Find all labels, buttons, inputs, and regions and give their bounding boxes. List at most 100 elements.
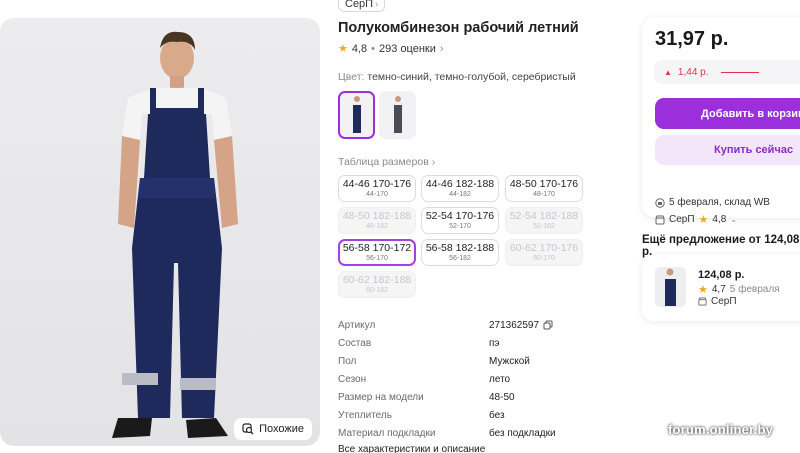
specs-table: Артикул 271362597 Состав пэ Пол Мужской … (338, 316, 598, 453)
size-option[interactable]: 52-54 170-176 52-170 (421, 207, 499, 234)
spec-label: Состав (338, 337, 372, 349)
offer-meta: ★ 4,7 5 февраля (698, 283, 780, 296)
chevron-right-icon: › (439, 42, 444, 55)
spec-value: без подкладки (489, 427, 556, 439)
size-option[interactable]: 48-50 182-188 48-182 (338, 207, 416, 234)
chevron-right-icon: › (431, 156, 436, 168)
offer-rating: 4,7 (711, 284, 726, 295)
brand-tag-label: СерП (345, 0, 374, 10)
size-option-sub: 60-182 (366, 287, 388, 294)
article-number: 271362597 (489, 319, 540, 331)
seller-rating: 4,8 (712, 214, 727, 225)
size-option[interactable]: 60-62 182-188 60-182 (338, 271, 416, 298)
offer-seller-name: СерП (711, 296, 737, 307)
size-option-main: 56-58 182-188 (425, 242, 495, 254)
size-table-link[interactable]: Таблица размеров › (338, 156, 435, 168)
size-option-sub: 56-182 (449, 255, 471, 262)
spec-label: Размер на модели (338, 391, 424, 403)
brand-tag[interactable]: СерП › (338, 0, 386, 12)
size-option-sub: 56-170 (366, 255, 388, 262)
delivery-text: 5 февраля, склад WB (669, 197, 770, 208)
size-option-sub: 52-182 (533, 223, 555, 230)
copy-icon[interactable] (543, 320, 553, 330)
rating-value: 4,8 (351, 42, 368, 55)
size-option-main: 44-46 170-176 (342, 178, 412, 190)
swatch-grey-thumbnail (392, 96, 403, 133)
buy-now-button[interactable]: Купить сейчас (655, 135, 800, 165)
spec-row: Пол Мужской (338, 352, 598, 370)
spec-value: 48-50 (489, 391, 515, 403)
size-option-main: 52-54 170-176 (425, 210, 495, 222)
color-label: Цвет: (338, 71, 365, 83)
similar-button[interactable]: Похожие (234, 418, 312, 440)
star-icon: ★ (698, 214, 709, 226)
size-option[interactable]: 60-62 170-176 60-170 (505, 239, 583, 266)
size-option-main: 60-62 170-176 (509, 242, 579, 254)
add-to-cart-button[interactable]: Добавить в корзину (655, 98, 800, 129)
color-swatch-navy[interactable] (338, 91, 375, 139)
spec-value: без (489, 409, 505, 421)
spec-row: Утеплитель без (338, 406, 598, 424)
delivery-info: 5 февраля, склад WB (655, 197, 770, 208)
color-value: темно-синий, темно-голубой, серебристый (367, 71, 576, 83)
star-icon: ★ (338, 43, 348, 55)
offer-thumbnail (655, 267, 686, 307)
size-option-main: 48-50 170-176 (509, 178, 579, 190)
worker-overalls-illustration (112, 31, 238, 438)
product-main-photo[interactable]: Похожие (0, 18, 320, 446)
spec-value: 271362597 (489, 320, 553, 331)
size-option-sub: 44-170 (366, 191, 388, 198)
spec-label: Артикул (338, 319, 376, 331)
spec-value: Мужской (489, 355, 530, 367)
spec-row: Материал подкладки без подкладки (338, 424, 598, 442)
size-option-main: 52-54 182-188 (509, 210, 579, 222)
spec-label: Сезон (338, 373, 367, 385)
size-option-main: 56-58 170-172 (342, 242, 412, 254)
discount-strike-line (720, 71, 759, 73)
shop-icon (698, 297, 707, 306)
chevron-down-icon: ⌄ (730, 215, 738, 224)
spec-value: лето (489, 373, 511, 385)
chevron-right-icon: › (375, 0, 379, 9)
other-offer-card[interactable]: 124,08 р. ★ 4,7 5 февраля СерП (642, 255, 800, 321)
size-option[interactable]: 44-46 182-188 44-182 (421, 175, 499, 202)
arrow-up-icon: ▲ (664, 67, 672, 77)
reviews-count: 293 оценки (379, 42, 436, 55)
size-option-main: 48-50 182-188 (342, 210, 412, 222)
size-option[interactable]: 48-50 170-176 48-170 (505, 175, 583, 202)
spec-row: Сезон лето (338, 370, 598, 388)
spec-value: пэ (489, 337, 500, 349)
size-option-main: 44-46 182-188 (425, 178, 495, 190)
size-table-label: Таблица размеров (338, 156, 429, 168)
size-option-sub: 52-170 (449, 223, 471, 230)
star-icon: ★ (698, 284, 708, 296)
seller-info[interactable]: СерП ★ 4,8 ⌄ (655, 213, 737, 226)
seller-name: СерП (669, 214, 695, 225)
size-option-sub: 44-182 (449, 191, 471, 198)
size-option[interactable]: 56-58 170-172 56-170 (338, 239, 416, 266)
size-option[interactable]: 56-58 182-188 56-182 (421, 239, 499, 266)
size-option-sub: 60-170 (533, 255, 555, 262)
offer-thumbnail-illustration (664, 268, 677, 306)
size-option-sub: 48-182 (366, 223, 388, 230)
discount-row[interactable]: ▲ 1,44 р. (654, 60, 800, 84)
discount-amount: 1,44 р. (677, 66, 709, 78)
size-option[interactable]: 52-54 182-188 52-182 (505, 207, 583, 234)
price: 31,97 р. (655, 28, 729, 50)
size-option[interactable]: 44-46 170-176 44-170 (338, 175, 416, 202)
watermark: forum.onliner.by (668, 422, 774, 437)
spec-label: Пол (338, 355, 357, 367)
shop-icon (655, 215, 665, 224)
size-option-sub: 48-170 (533, 191, 555, 198)
product-title: Полукомбинезон рабочий летний (338, 20, 579, 36)
offer-seller: СерП (698, 296, 737, 307)
spec-label: Материал подкладки (338, 427, 436, 439)
all-specs-link[interactable]: Все характеристики и описание (338, 444, 598, 453)
color-selector-label: Цвет: темно-синий, темно-голубой, серебр… (338, 71, 576, 83)
spec-row: Размер на модели 48-50 (338, 388, 598, 406)
color-swatch-grey[interactable] (379, 91, 416, 139)
offer-price: 124,08 р. (698, 269, 745, 281)
swatch-navy-thumbnail (351, 96, 362, 133)
rating-row[interactable]: ★ 4,8 • 293 оценки › (338, 42, 444, 56)
spec-label: Утеплитель (338, 409, 392, 421)
